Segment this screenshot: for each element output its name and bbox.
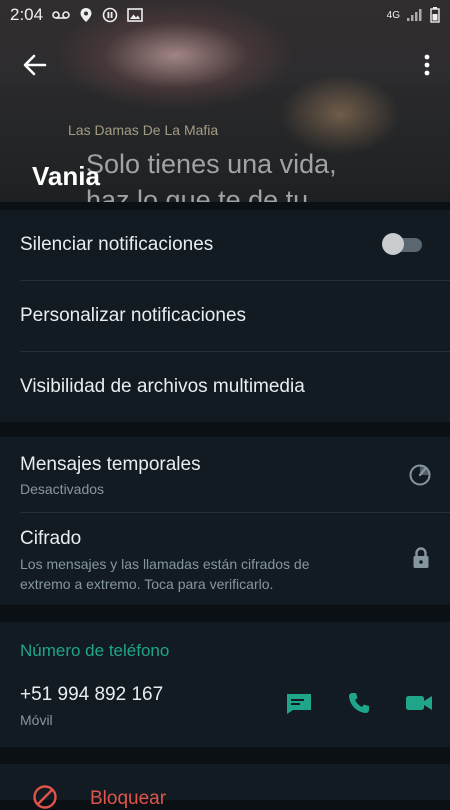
encryption-description-line1: Los mensajes y las llamadas están cifrad… bbox=[20, 556, 310, 572]
encryption-label: Cifrado bbox=[20, 528, 82, 549]
location-pin-icon bbox=[80, 8, 92, 22]
phone-type: Móvil bbox=[20, 712, 53, 728]
mute-notifications-row[interactable]: Silenciar notificaciones bbox=[0, 210, 450, 280]
phone-section: Número de teléfono +51 994 892 167 Móvil bbox=[0, 622, 450, 747]
encryption-description-line2: extremo a extremo. Toca para verificarlo… bbox=[20, 576, 274, 592]
privacy-section: Mensajes temporales Desactivados Cifrado… bbox=[0, 437, 450, 605]
lock-icon bbox=[413, 547, 429, 568]
block-icon bbox=[33, 785, 57, 809]
status-bar: 2:04 4G bbox=[0, 0, 450, 30]
block-label: Bloquear bbox=[90, 788, 167, 809]
block-row[interactable]: Bloquear bbox=[0, 764, 450, 809]
back-button[interactable] bbox=[18, 48, 52, 82]
arrow-back-icon bbox=[23, 54, 47, 76]
message-button[interactable] bbox=[285, 692, 315, 716]
video-call-button[interactable] bbox=[405, 693, 435, 715]
media-visibility-row[interactable]: Visibilidad de archivos multimedia bbox=[0, 352, 450, 422]
encryption-row[interactable]: Cifrado Los mensajes y las llamadas está… bbox=[0, 513, 450, 605]
phone-section-title: Número de teléfono bbox=[20, 641, 170, 660]
message-icon bbox=[287, 694, 311, 714]
mute-notifications-label: Silenciar notificaciones bbox=[20, 234, 214, 255]
custom-notifications-row[interactable]: Personalizar notificaciones bbox=[0, 281, 450, 351]
mute-toggle-knob bbox=[382, 233, 404, 255]
voicemail-icon bbox=[52, 11, 70, 19]
settings-circle-icon bbox=[102, 7, 118, 23]
phone-row[interactable]: +51 994 892 167 Móvil bbox=[0, 674, 450, 744]
contact-name: Vania bbox=[32, 161, 100, 191]
photo-quote-line1: Solo tienes una vida, bbox=[86, 149, 337, 179]
photo-quote-line2: haz lo que te de tu bbox=[86, 185, 309, 202]
signal-icon bbox=[407, 9, 422, 21]
disappearing-messages-value: Desactivados bbox=[20, 481, 105, 497]
more-vert-icon bbox=[424, 54, 430, 76]
phone-number: +51 994 892 167 bbox=[20, 684, 164, 705]
network-type: 4G bbox=[386, 9, 400, 21]
block-section: Bloquear bbox=[0, 764, 450, 809]
media-visibility-label: Visibilidad de archivos multimedia bbox=[20, 376, 305, 397]
image-icon bbox=[127, 8, 143, 22]
mute-toggle[interactable] bbox=[382, 233, 422, 255]
disappearing-messages-label: Mensajes temporales bbox=[20, 454, 201, 475]
photo-quote: Solo tienes una vida, haz lo que te de t… bbox=[86, 146, 337, 202]
status-time: 2:04 bbox=[10, 5, 44, 24]
more-options-button[interactable] bbox=[418, 50, 436, 80]
voice-call-button[interactable] bbox=[347, 691, 373, 717]
disappearing-messages-row[interactable]: Mensajes temporales Desactivados bbox=[0, 437, 450, 512]
encryption-description: Los mensajes y las llamadas están cifrad… bbox=[20, 554, 309, 594]
battery-icon bbox=[430, 7, 440, 23]
timer-icon bbox=[409, 464, 431, 486]
custom-notifications-label: Personalizar notificaciones bbox=[20, 305, 247, 326]
phone-icon bbox=[349, 693, 369, 713]
notifications-section: Silenciar notificaciones Personalizar no… bbox=[0, 210, 450, 422]
photo-watermark: Las Damas De La Mafia bbox=[68, 122, 219, 138]
video-camera-icon bbox=[406, 696, 432, 710]
